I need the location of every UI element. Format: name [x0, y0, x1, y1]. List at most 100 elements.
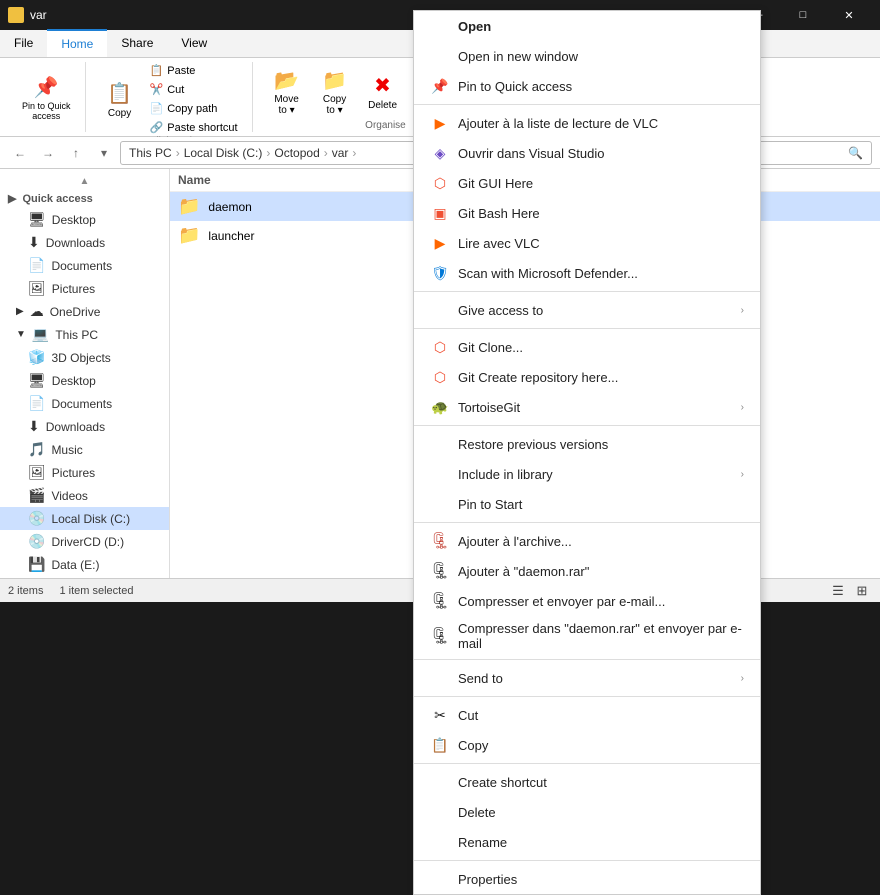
cm-pin-start-label: Pin to Start	[458, 497, 522, 512]
cm-give-access-label: Give access to	[458, 303, 543, 318]
send-to-icon	[430, 668, 450, 688]
vlc-lire-icon: ▶	[430, 233, 450, 253]
cm-scan-defender[interactable]: 🛡 Scan with Microsoft Defender...	[414, 258, 760, 288]
cm-ajouter-daemon-rar-label: Ajouter à "daemon.rar"	[458, 564, 589, 579]
delete-cm-icon	[430, 802, 450, 822]
cm-include-library-wrap: Include in library	[430, 464, 553, 484]
cm-rename[interactable]: Rename	[414, 827, 760, 857]
pin-start-icon	[430, 494, 450, 514]
cm-copy[interactable]: 📋 Copy	[414, 730, 760, 760]
winrar-icon-3: 🗜	[430, 591, 450, 611]
cm-properties-label: Properties	[458, 872, 517, 887]
cm-scan-defender-label: Scan with Microsoft Defender...	[458, 266, 638, 281]
cm-include-library[interactable]: Include in library ›	[414, 459, 760, 489]
cm-delete[interactable]: Delete	[414, 797, 760, 827]
properties-icon	[430, 869, 450, 889]
cm-sep-4	[414, 425, 760, 426]
cm-tortoise-git-wrap: 🐢 TortoiseGit	[430, 397, 520, 417]
cm-sep-2	[414, 291, 760, 292]
cm-git-create-repo-label: Git Create repository here...	[458, 370, 618, 385]
cm-delete-label: Delete	[458, 805, 496, 820]
open-icon	[430, 16, 450, 36]
cm-copy-label: Copy	[458, 738, 488, 753]
cm-open-new-window[interactable]: Open in new window	[414, 41, 760, 71]
cm-sep-3	[414, 328, 760, 329]
cm-compresser-daemon-email[interactable]: 🗜 Compresser dans "daemon.rar" et envoye…	[414, 616, 760, 656]
cm-rename-label: Rename	[458, 835, 507, 850]
tortoise-git-icon: 🐢	[430, 397, 450, 417]
cm-cut[interactable]: ✂ Cut	[414, 700, 760, 730]
cm-send-to[interactable]: Send to ›	[414, 663, 760, 693]
cm-ajouter-archive-label: Ajouter à l'archive...	[458, 534, 572, 549]
cm-sep-7	[414, 696, 760, 697]
cm-properties[interactable]: Properties	[414, 864, 760, 894]
open-new-window-icon	[430, 46, 450, 66]
winrar-icon-2: 🗜	[430, 561, 450, 581]
git-create-repo-icon: ⬡	[430, 367, 450, 387]
cm-sep-8	[414, 763, 760, 764]
send-to-chevron: ›	[741, 673, 744, 684]
rename-cm-icon	[430, 832, 450, 852]
shortcut-icon	[430, 772, 450, 792]
cm-pin-quick-access-label: Pin to Quick access	[458, 79, 572, 94]
cm-send-to-label: Send to	[458, 671, 503, 686]
cm-git-bash[interactable]: ▣ Git Bash Here	[414, 198, 760, 228]
cm-compresser-daemon-email-label: Compresser dans "daemon.rar" et envoyer …	[458, 621, 744, 651]
cm-include-library-label: Include in library	[458, 467, 553, 482]
cm-create-shortcut-label: Create shortcut	[458, 775, 547, 790]
cm-ajouter-archive[interactable]: 🗜 Ajouter à l'archive...	[414, 526, 760, 556]
cm-give-access-wrap: Give access to	[430, 300, 543, 320]
cm-git-gui-label: Git GUI Here	[458, 176, 533, 191]
vs-icon: ◈	[430, 143, 450, 163]
cm-vlc-add-label: Ajouter à la liste de lecture de VLC	[458, 116, 658, 131]
winrar-icon-4: 🗜	[430, 626, 450, 646]
pin-quick-access-icon: 📌	[430, 76, 450, 96]
cm-git-clone-label: Git Clone...	[458, 340, 523, 355]
restore-icon	[430, 434, 450, 454]
cm-create-shortcut[interactable]: Create shortcut	[414, 767, 760, 797]
give-access-icon	[430, 300, 450, 320]
cm-git-create-repo[interactable]: ⬡ Git Create repository here...	[414, 362, 760, 392]
context-menu-overlay: Open Open in new window 📌 Pin to Quick a…	[0, 0, 880, 602]
cm-send-to-wrap: Send to	[430, 668, 503, 688]
cm-pin-start[interactable]: Pin to Start	[414, 489, 760, 519]
cm-tortoise-git[interactable]: 🐢 TortoiseGit ›	[414, 392, 760, 422]
cm-open-vs-label: Ouvrir dans Visual Studio	[458, 146, 604, 161]
library-icon	[430, 464, 450, 484]
defender-icon: 🛡	[430, 263, 450, 283]
cm-cut-label: Cut	[458, 708, 478, 723]
cm-give-access[interactable]: Give access to ›	[414, 295, 760, 325]
vlc-icon: ▶	[430, 113, 450, 133]
git-bash-icon: ▣	[430, 203, 450, 223]
winrar-icon-1: 🗜	[430, 531, 450, 551]
cm-git-bash-label: Git Bash Here	[458, 206, 540, 221]
give-access-chevron: ›	[741, 305, 744, 316]
git-clone-icon: ⬡	[430, 337, 450, 357]
cm-restore-label: Restore previous versions	[458, 437, 608, 452]
cm-ajouter-daemon-rar[interactable]: 🗜 Ajouter à "daemon.rar"	[414, 556, 760, 586]
cm-vlc-lire[interactable]: ▶ Lire avec VLC	[414, 228, 760, 258]
cm-vlc-lire-label: Lire avec VLC	[458, 236, 540, 251]
copy-cm-icon: 📋	[430, 735, 450, 755]
cm-open[interactable]: Open	[414, 11, 760, 41]
main-window: var — □ ✕ File Home Share View 📌 Pin to …	[0, 0, 880, 602]
cm-open-new-window-label: Open in new window	[458, 49, 578, 64]
cm-pin-quick-access[interactable]: 📌 Pin to Quick access	[414, 71, 760, 101]
cm-open-label: Open	[458, 19, 491, 34]
cm-compresser-email-label: Compresser et envoyer par e-mail...	[458, 594, 665, 609]
cm-sep-6	[414, 659, 760, 660]
cut-cm-icon: ✂	[430, 705, 450, 725]
cm-git-gui[interactable]: ⬡ Git GUI Here	[414, 168, 760, 198]
cm-git-clone[interactable]: ⬡ Git Clone...	[414, 332, 760, 362]
git-gui-icon: ⬡	[430, 173, 450, 193]
library-chevron: ›	[741, 469, 744, 480]
cm-restore-versions[interactable]: Restore previous versions	[414, 429, 760, 459]
cm-sep-1	[414, 104, 760, 105]
cm-compresser-email[interactable]: 🗜 Compresser et envoyer par e-mail...	[414, 586, 760, 616]
cm-open-vs[interactable]: ◈ Ouvrir dans Visual Studio	[414, 138, 760, 168]
tortoise-git-chevron: ›	[741, 402, 744, 413]
cm-vlc-add[interactable]: ▶ Ajouter à la liste de lecture de VLC	[414, 108, 760, 138]
context-menu: Open Open in new window 📌 Pin to Quick a…	[413, 10, 761, 895]
cm-tortoise-git-label: TortoiseGit	[458, 400, 520, 415]
cm-sep-9	[414, 860, 760, 861]
